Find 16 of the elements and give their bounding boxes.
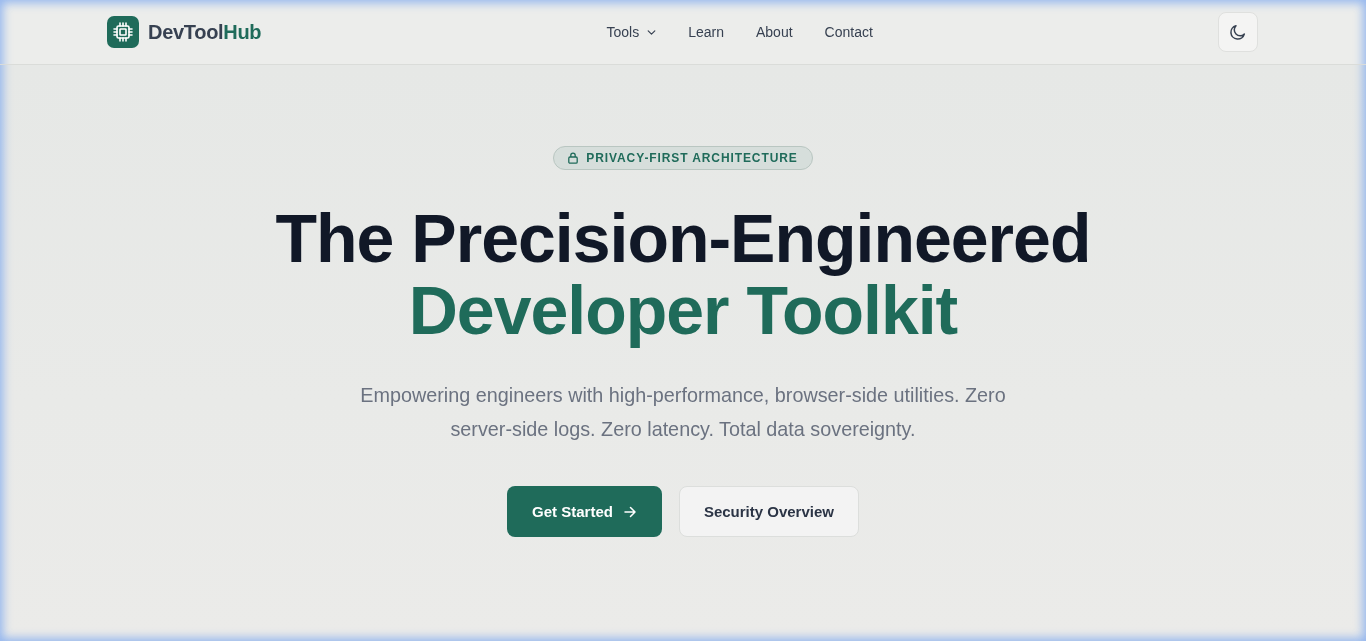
nav-link[interactable]: Contact bbox=[824, 24, 873, 40]
get-started-button[interactable]: Get Started bbox=[507, 486, 662, 537]
hero-subtitle: Empowering engineers with high-performance, browser-side utilities. Zero server-side logs. Zero latency. Total data sovereignty. bbox=[359, 383, 1007, 442]
nav-link[interactable]: About bbox=[755, 24, 793, 40]
badge-label: PRIVACY-FIRST ARCHITECTURE bbox=[586, 151, 798, 165]
chip-icon bbox=[107, 16, 139, 48]
chevron-down-icon bbox=[647, 29, 657, 35]
moon-icon bbox=[1229, 23, 1247, 41]
hero-heading: The Precision-Engineered Developer Toolkit bbox=[275, 202, 1091, 346]
nav-link[interactable]: Learn bbox=[688, 24, 724, 40]
arrow-right-icon bbox=[623, 505, 636, 518]
theme-toggle-button[interactable] bbox=[1218, 12, 1258, 52]
brand-name[interactable]: DevToolHub bbox=[148, 20, 262, 44]
security-overview-button[interactable]: Security Overview bbox=[678, 486, 859, 537]
nav-dropdown[interactable]: Tools bbox=[606, 24, 657, 40]
lock-icon bbox=[568, 152, 579, 164]
